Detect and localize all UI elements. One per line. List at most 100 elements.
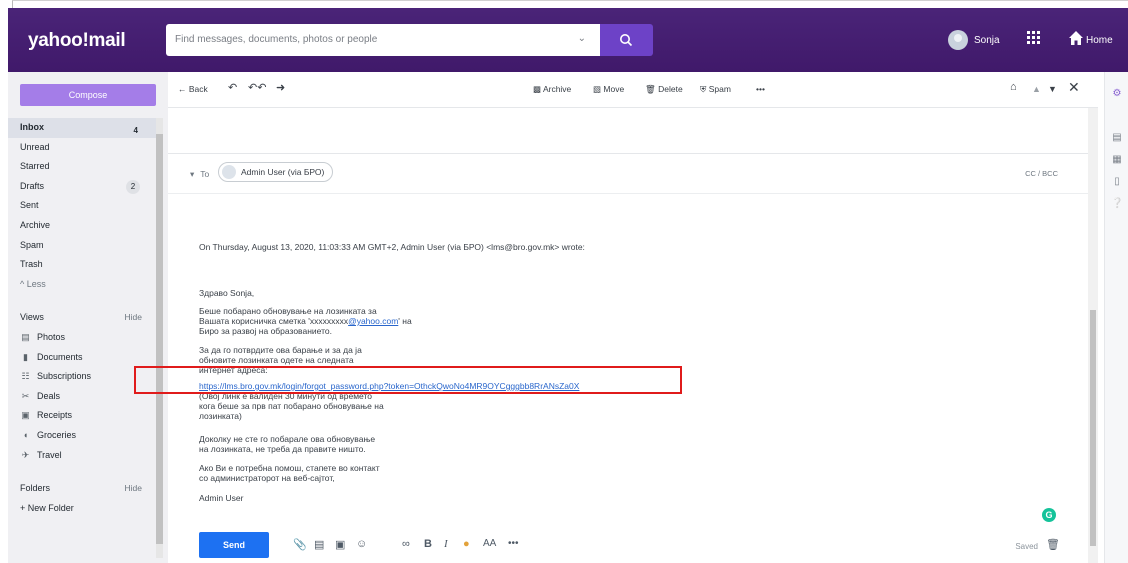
home-link[interactable]: Home [1086,35,1113,46]
folders-hide-link[interactable]: Hide [125,479,142,499]
calendar-icon[interactable]: ▦ [1111,154,1123,166]
forward-icon[interactable]: ➜ [276,81,285,94]
insert-link-icon[interactable]: ∞ [402,538,410,550]
search-input[interactable]: Find messages, documents, photos or peop… [166,24,600,56]
recipient-row: ▾ To Admin User (via БРО) CC / BCC [168,154,1088,194]
sidebar-item-archive[interactable]: Archive [8,216,156,236]
new-folder-label: + New Folder [20,502,74,513]
sidebar-item-inbox[interactable]: Inbox 4 [8,118,156,138]
reply-icon[interactable]: ↶ [228,81,237,94]
user-name[interactable]: Sonja [974,35,1000,46]
sidebar-item-label: Trash [20,259,43,270]
back-button[interactable]: ← Back [178,84,208,94]
more-actions-button[interactable]: ••• [756,84,765,94]
compose-button[interactable]: Compose [20,84,156,106]
send-button[interactable]: Send [199,532,269,558]
text-line: обновите лозинката одете на следната [199,355,354,365]
help-icon[interactable]: ❔ [1111,198,1123,210]
reply-all-icon[interactable]: ↶↶ [248,81,266,94]
signature: Admin User [199,493,244,503]
sidebar-less-toggle[interactable]: ^ Less [8,275,156,295]
font-size-icon[interactable]: AA [483,538,496,549]
text-fragment: ' на [398,316,412,326]
sidebar-item-label: Groceries [37,429,77,440]
more-formatting-icon[interactable]: ••• [508,538,519,549]
text-fragment: Вашата корисничка сметка 'xxxxxxxxx [199,316,349,326]
text-line: Беше побарано обновување на лозинката за [199,306,377,316]
sidebar-item-starred[interactable]: Starred [8,157,156,177]
next-message-icon[interactable]: ▼ [1048,84,1057,94]
sidebar-item-documents[interactable]: ▮ Documents [8,348,156,368]
views-hide-link[interactable]: Hide [125,308,142,328]
sidebar-item-travel[interactable]: ✈ Travel [8,446,156,466]
text-line: Ако Ви е потребна помош, стапете во конт… [199,463,380,473]
grammarly-icon[interactable]: G [1042,508,1056,522]
contacts-icon[interactable]: ▤ [1111,132,1123,144]
message-scrollbar-thumb[interactable] [1090,310,1096,546]
sidebar-item-label: Deals [37,390,61,401]
sidebar-item-spam[interactable]: Spam [8,236,156,256]
sidebar-item-receipts[interactable]: ▣ Receipts [8,406,156,426]
text-line: За да го потврдите ова барање и за да ја [199,345,362,355]
close-icon[interactable]: ✕ [1068,79,1080,96]
delete-button[interactable]: 🗑 Delete [645,84,683,95]
sidebar-scrollbar-thumb[interactable] [156,134,163,544]
apps-grid-icon[interactable] [1026,30,1042,46]
discard-draft-icon[interactable]: 🗑 [1046,538,1060,551]
documents-icon: ▮ [23,351,28,362]
new-folder-button[interactable]: + New Folder [8,499,156,519]
screenshot-frame: yahoo!mail Find messages, documents, pho… [0,0,1128,563]
text-line: лозинката) [199,411,242,421]
previous-message-icon[interactable]: ▲ [1032,84,1041,94]
sidebar-item-trash[interactable]: Trash [8,255,156,275]
sidebar-item-unread[interactable]: Unread [8,138,156,158]
search-options-chevron-icon[interactable]: ⌄ [578,33,586,44]
attachment-icon[interactable]: 📎 [293,538,307,551]
back-label: Back [188,84,208,94]
chevron-down-icon[interactable]: ▾ [190,169,194,179]
right-rail: ⚙ ▤ ▦ ▯ ❔ [1104,72,1128,563]
notepad-icon[interactable]: ▯ [1111,176,1123,188]
home-icon[interactable] [1068,30,1084,46]
paragraph-5: Ако Ви е потребна помош, стапете во конт… [199,463,380,483]
top-bar: yahoo!mail Find messages, documents, pho… [8,8,1128,72]
move-button[interactable]: ▧ Move [593,84,624,95]
recipient-name: Admin User (via БРО) [241,167,325,177]
sidebar-item-label: Starred [20,161,50,172]
sidebar-item-groceries[interactable]: ◖ Groceries [8,426,156,446]
paragraph-1: Беше побарано обновување на лозинката за… [199,306,412,336]
paragraph-4: Доколку не сте го побарале ова обновувањ… [199,434,375,454]
search-button[interactable] [600,24,653,56]
trash-icon: 🗑 [645,84,656,94]
photos-icon: ▤ [21,331,30,342]
emoji-icon[interactable]: ☺ [356,538,367,550]
shield-icon: ⛨ [700,84,707,94]
archive-button[interactable]: ▩ Archive [533,84,571,95]
yahoo-mail-logo[interactable]: yahoo!mail [28,30,126,52]
user-avatar[interactable] [948,30,968,50]
text-cursor-icon[interactable]: ⌂ [1010,81,1017,93]
italic-icon[interactable]: I [444,538,448,550]
sidebar-item-label: Sent [20,200,39,211]
spam-label: Spam [708,84,731,94]
back-arrow-icon: ← [178,84,187,94]
sidebar-item-photos[interactable]: ▤ Photos [8,328,156,348]
sidebar-item-drafts[interactable]: Drafts 2 [8,177,156,197]
cc-bcc-link[interactable]: CC / BCC [1025,169,1058,178]
sidebar-item-label: Inbox [20,122,44,132]
archive-label: Archive [542,84,572,94]
to-label: To [200,169,210,179]
spam-button[interactable]: ⛨ Spam [700,84,731,95]
drafts-count-badge: 2 [126,179,140,194]
sidebar-item-sent[interactable]: Sent [8,196,156,216]
text-line: Биро за развој на образованието. [199,326,332,336]
settings-gear-icon[interactable]: ⚙ [1111,88,1123,100]
recipient-chip[interactable]: Admin User (via БРО) [218,162,334,182]
insert-image-icon[interactable]: ▤ [314,538,324,551]
sticker-icon[interactable]: ▣ [335,538,345,551]
folder-list: Inbox 4 Unread Starred Drafts 2 Sent Archi… [8,118,156,518]
text-color-icon[interactable]: ● [463,538,470,550]
email-link[interactable]: @yahoo.com [348,316,398,326]
bold-icon[interactable]: B [424,538,432,550]
archive-icon: ▩ [533,84,542,94]
